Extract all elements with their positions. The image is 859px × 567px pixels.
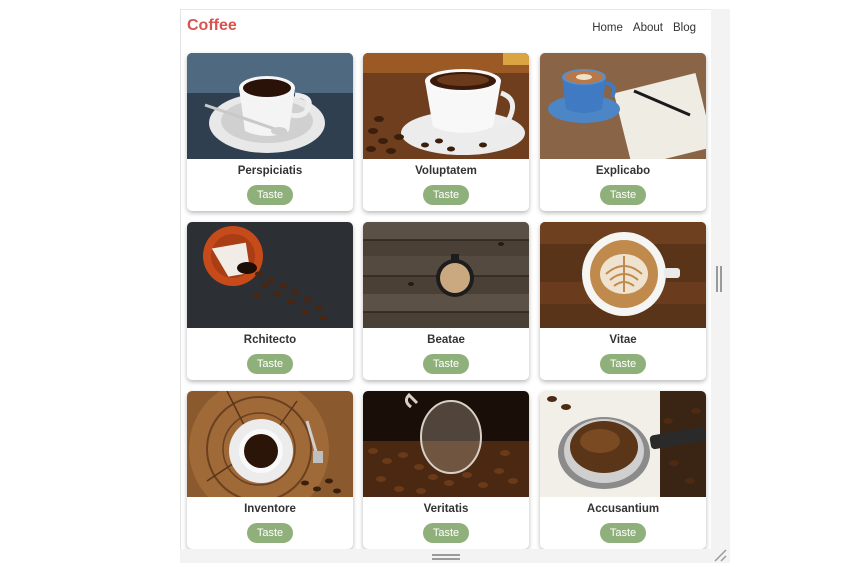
taste-button[interactable]: Taste xyxy=(247,185,293,205)
coffee-on-stump-photo xyxy=(187,391,353,497)
latte-art-photo xyxy=(540,222,706,328)
spilled-coffee-cup-photo xyxy=(187,222,353,328)
horizontal-resize-handle[interactable] xyxy=(432,554,460,561)
taste-button[interactable]: Taste xyxy=(423,185,469,205)
card-title: Explicabo xyxy=(595,165,651,177)
card-title: Perspiciatis xyxy=(237,165,303,177)
product-card: Rchitecto Taste xyxy=(187,222,353,380)
card-title: Accusantium xyxy=(586,503,660,515)
nav-link-about[interactable]: About xyxy=(633,22,663,34)
card-title: Rchitecto xyxy=(243,334,297,346)
nav-link-blog[interactable]: Blog xyxy=(673,22,696,34)
card-title: Inventore xyxy=(244,503,296,515)
card-title: Voluptatem xyxy=(415,165,477,177)
product-card: Inventore Taste xyxy=(187,391,353,549)
taste-button[interactable]: Taste xyxy=(600,354,646,374)
card-title: Vitae xyxy=(609,334,637,346)
navbar: Coffee Home About Blog xyxy=(181,10,711,50)
taste-button[interactable]: Taste xyxy=(247,354,293,374)
card-title: Veritatis xyxy=(423,503,469,515)
card-title: Beatae xyxy=(427,334,465,346)
glass-cup-in-beans-photo xyxy=(363,391,529,497)
coffee-cup-beans-photo xyxy=(363,53,529,159)
product-card: Vitae Taste xyxy=(540,222,706,380)
coffee-cup-saucer-photo xyxy=(187,53,353,159)
page: Coffee Home About Blog Perspiciatis Tast xyxy=(180,9,711,549)
taste-button[interactable]: Taste xyxy=(423,523,469,543)
vertical-resize-handle[interactable] xyxy=(716,266,723,292)
taste-button[interactable]: Taste xyxy=(600,523,646,543)
coffee-on-wood-table-photo xyxy=(363,222,529,328)
ground-coffee-portafilter-photo xyxy=(540,391,706,497)
taste-button[interactable]: Taste xyxy=(247,523,293,543)
product-card: Perspiciatis Taste xyxy=(187,53,353,211)
brand-logo[interactable]: Coffee xyxy=(187,17,237,35)
nav-link-home[interactable]: Home xyxy=(592,22,623,34)
taste-button[interactable]: Taste xyxy=(423,354,469,374)
latte-notebook-photo xyxy=(540,53,706,159)
product-card: Accusantium Taste xyxy=(540,391,706,549)
product-card: Veritatis Taste xyxy=(363,391,529,549)
resize-grip-icon[interactable] xyxy=(712,548,728,562)
product-card: Explicabo Taste xyxy=(540,53,706,211)
nav-links: Home About Blog xyxy=(592,22,696,34)
taste-button[interactable]: Taste xyxy=(600,185,646,205)
product-card: Voluptatem Taste xyxy=(363,53,529,211)
product-card: Beatae Taste xyxy=(363,222,529,380)
